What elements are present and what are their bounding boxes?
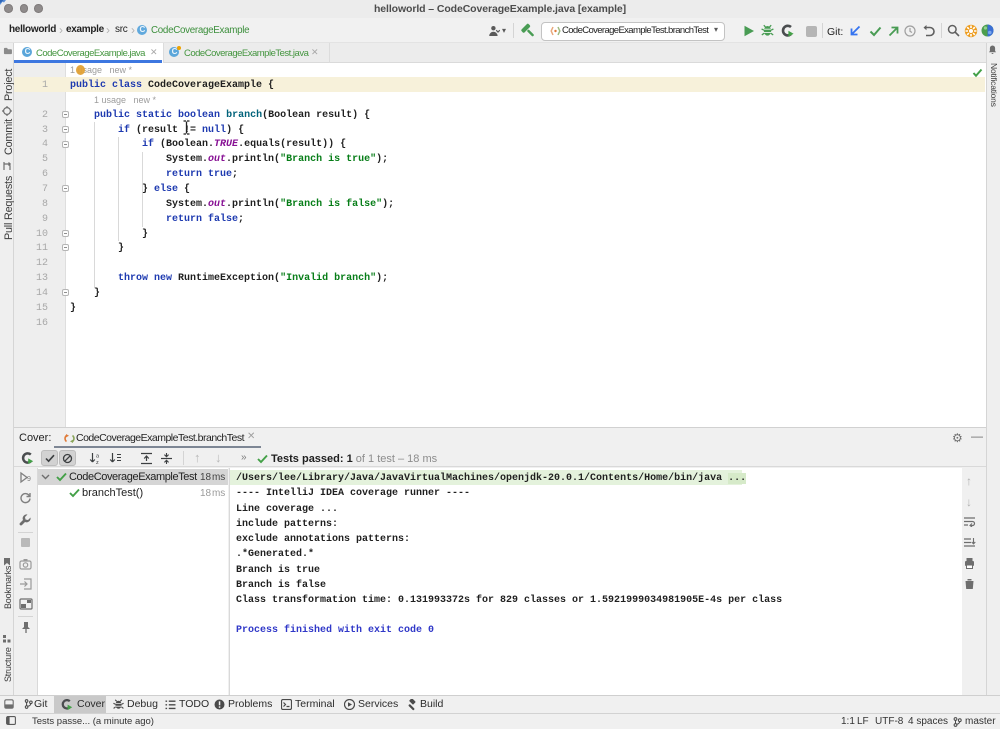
svg-text:a: a bbox=[96, 454, 100, 460]
svg-text:z: z bbox=[96, 460, 99, 465]
svg-text:9: 9 bbox=[27, 476, 31, 483]
